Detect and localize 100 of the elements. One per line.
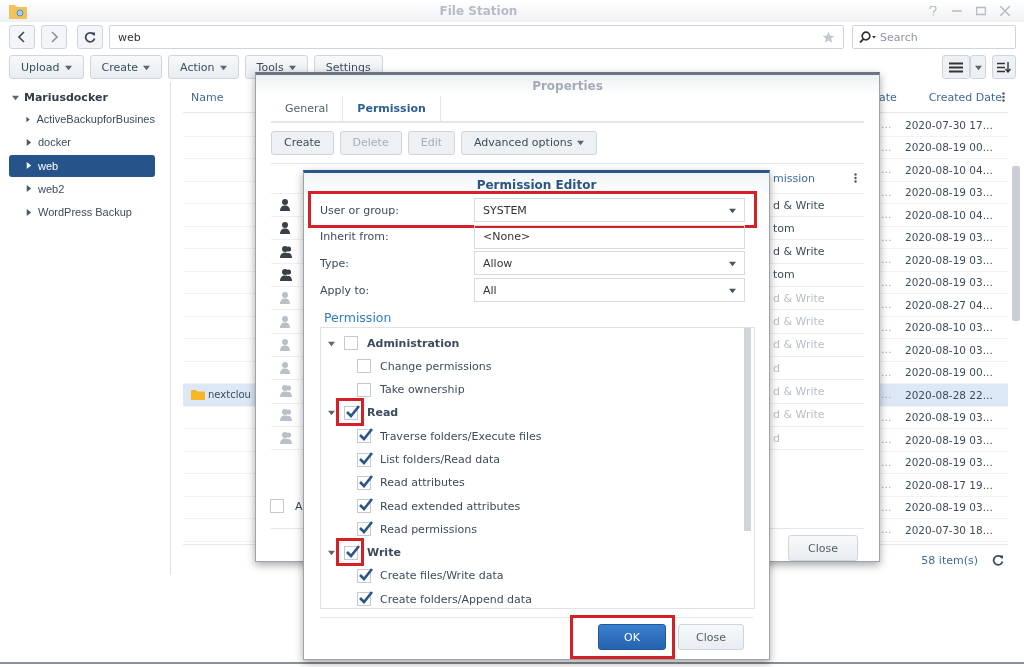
table-cell-text: 2020-08-19 03... [904,231,994,244]
folder-tree-item[interactable]: docker [9,131,155,154]
checkmark-icon [358,591,374,606]
checkbox[interactable] [344,336,358,350]
close-button[interactable]: Close [678,624,744,651]
permission-label: List folders/Read data [380,453,500,466]
refresh-icon [84,31,96,43]
table-cell-text: ... [880,365,893,379]
field-label: User or group: [320,203,400,217]
list-icon [949,61,963,73]
checkbox[interactable] [357,382,371,397]
star-icon[interactable] [822,30,835,44]
toolbar-button[interactable]: Advanced options [461,130,598,155]
checkbox[interactable] [357,592,371,607]
column-header[interactable]: ate [878,90,900,104]
sort-icon [997,61,1011,73]
table-cell-text: 2020-08-27 04... [904,298,994,311]
column-header[interactable]: Created Date [900,90,1002,104]
table-cell-text: 2020-08-19 03... [904,253,994,266]
tab[interactable]: General [271,96,344,121]
caret-icon [974,63,982,71]
caret-icon [729,206,736,214]
refresh-button[interactable] [77,25,103,49]
text-field[interactable]: <None> [474,224,745,249]
checkbox[interactable] [357,475,371,490]
permission-cell-text: tom [772,221,796,235]
dropdown-field[interactable]: Allow [474,251,745,276]
path-field[interactable]: web [109,25,844,49]
checkbox[interactable] [357,359,371,374]
checkbox[interactable] [344,545,358,560]
checkbox[interactable] [357,569,371,583]
user-icon [279,314,293,329]
toolbar-button[interactable]: Action [168,55,239,79]
permission-cell-text: d & Write [772,245,826,259]
permission-label: Administration [367,336,460,350]
table-cell-text: 2020-08-19 03... [904,186,994,199]
toolbar-button[interactable]: Create [271,130,334,155]
checkbox[interactable] [357,522,371,537]
table-cell-text: ... [880,208,893,222]
checkmark-icon [358,568,374,582]
folder-tree-item[interactable]: WordPress Backup [9,201,155,224]
checkbox[interactable] [357,499,371,514]
group-icon [279,244,293,259]
group-icon [279,407,293,422]
folder-tree-item[interactable]: web [9,154,155,177]
table-cell-text: ... [880,118,893,132]
table-cell-text: 2020-07-30 18... [904,523,994,536]
group-icon [279,384,293,399]
table-cell-text: 2020-07-30 17... [904,118,994,131]
close-button[interactable]: Close [788,535,858,561]
folder-tree-item[interactable]: web2 [9,177,155,200]
table-cell-text: ... [880,433,893,447]
column-menu-icon[interactable] [853,173,857,184]
checkbox[interactable] [344,405,358,420]
table-cell-text: ... [880,388,893,402]
permission-label: Create folders/Append data [380,592,532,606]
back-icon [18,31,26,43]
permission-cell-text: d & Write [772,408,826,422]
refresh-icon[interactable] [992,554,1004,566]
table-cell-text: 2020-08-10 04... [904,163,994,176]
caret-icon [729,260,736,267]
caret-icon [25,138,32,146]
dropdown-field[interactable]: SYSTEM [474,198,745,223]
checkbox[interactable] [357,429,371,444]
folder-icon [191,389,205,401]
table-cell-text: ... [880,320,893,334]
field-label: Type: [320,257,350,270]
caret-icon [25,162,32,170]
tab[interactable]: Permission [343,96,441,121]
user-icon [279,198,293,213]
permission-cell-text: tom [772,268,796,282]
sort-button[interactable] [992,55,1016,79]
permission-cell-text: d & Write [772,384,826,398]
tree-item[interactable]: Mariusdocker [0,86,170,108]
table-cell-text: ... [880,500,893,514]
dropdown-field[interactable]: All [474,278,745,303]
scrollbar[interactable] [1012,166,1020,321]
user-icon [279,337,293,352]
checkbox[interactable] [357,452,371,467]
ok-button[interactable]: OK [598,624,666,651]
checkbox[interactable] [270,499,284,514]
back-button[interactable] [9,25,35,49]
list-view-button[interactable] [942,55,970,79]
view-menu-button[interactable] [970,55,986,79]
column-header[interactable]: mission [770,171,846,185]
checkmark-icon [358,451,374,466]
field-label: Apply to: [320,283,371,297]
table-cell-text: ... [880,478,893,492]
folder-tree-item[interactable]: ActiveBackupforBusines [9,108,155,130]
table-cell-text: 2020-08-19 03... [904,276,994,289]
scrollbar[interactable] [744,328,751,532]
table-cell-text: ... [880,185,893,199]
column-menu-icon[interactable] [1002,92,1005,102]
group-icon [279,267,293,282]
window-title: File Station [438,4,519,18]
checkmark-icon [345,404,361,419]
permission-cell-text: d & Write [772,315,826,328]
dialog-title: Properties [256,75,879,97]
toolbar-button[interactable]: Create [89,55,163,79]
toolbar-button[interactable]: Upload [9,55,84,79]
